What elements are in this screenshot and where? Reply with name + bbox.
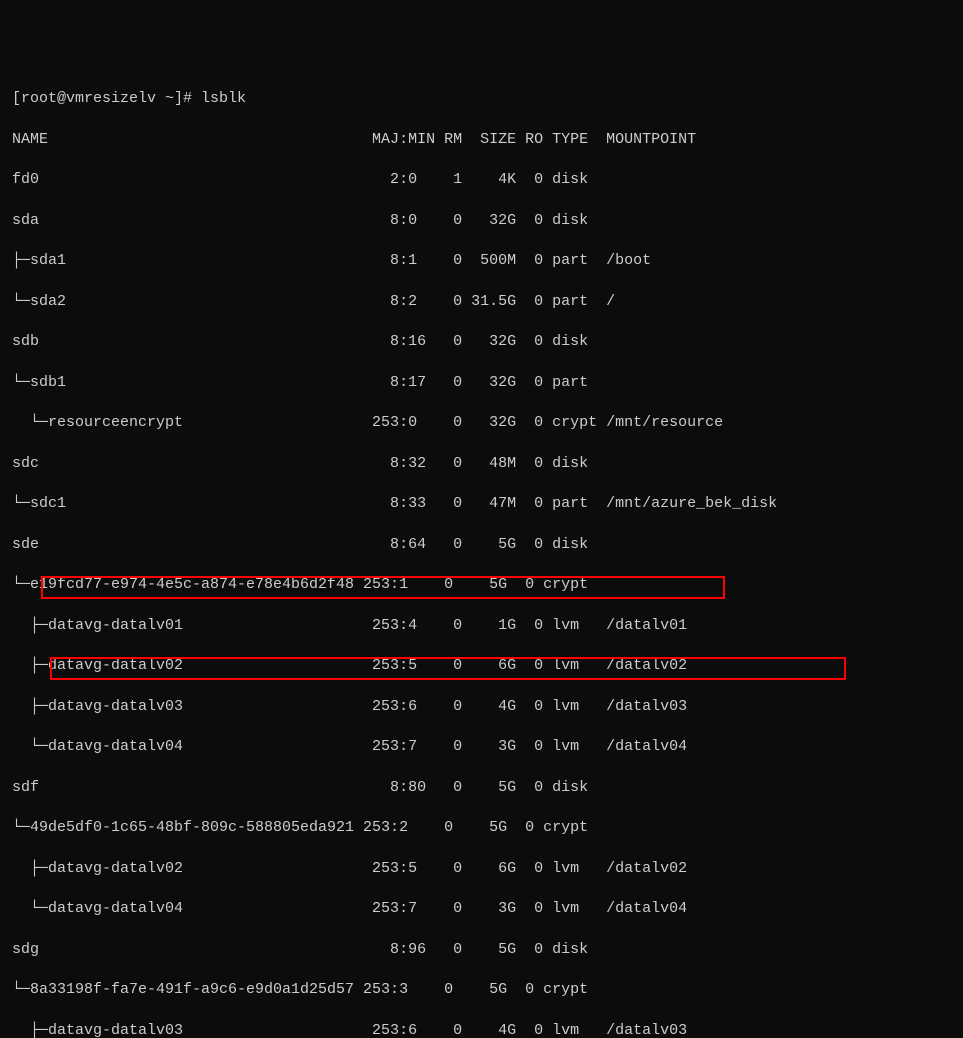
lsblk-row: ├─sda1 8:1 0 500M 0 part /boot [12, 251, 951, 271]
shell-prompt: [root@vmresizelv ~]# lsblk [12, 89, 951, 109]
lsblk-row: fd0 2:0 1 4K 0 disk [12, 170, 951, 190]
lsblk-row: ├─datavg-datalv02 253:5 0 6G 0 lvm /data… [12, 859, 951, 879]
lsblk-row: ├─datavg-datalv03 253:6 0 4G 0 lvm /data… [12, 1021, 951, 1038]
lsblk-row: sdg 8:96 0 5G 0 disk [12, 940, 951, 960]
lsblk-row: └─8a33198f-fa7e-491f-a9c6-e9d0a1d25d57 2… [12, 980, 951, 1000]
lsblk-row: └─sdb1 8:17 0 32G 0 part [12, 373, 951, 393]
lsblk-row: ├─datavg-datalv03 253:6 0 4G 0 lvm /data… [12, 697, 951, 717]
lsblk-row: └─sdc1 8:33 0 47M 0 part /mnt/azure_bek_… [12, 494, 951, 514]
lsblk-row: sdc 8:32 0 48M 0 disk [12, 454, 951, 474]
lsblk-row-highlighted-crypt: └─e19fcd77-e974-4e5c-a874-e78e4b6d2f48 2… [12, 575, 951, 595]
lsblk-row: └─sda2 8:2 0 31.5G 0 part / [12, 292, 951, 312]
lsblk-row: └─resourceencrypt 253:0 0 32G 0 crypt /m… [12, 413, 951, 433]
lsblk-row: └─datavg-datalv04 253:7 0 3G 0 lvm /data… [12, 737, 951, 757]
prompt-text: [root@vmresizelv ~]# lsblk [12, 90, 246, 107]
lsblk-row: sdb 8:16 0 32G 0 disk [12, 332, 951, 352]
lsblk-row: ├─datavg-datalv01 253:4 0 1G 0 lvm /data… [12, 616, 951, 636]
lsblk-row: sde 8:64 0 5G 0 disk [12, 535, 951, 555]
lsblk-row: sdf 8:80 0 5G 0 disk [12, 778, 951, 798]
lsblk-header: NAME MAJ:MIN RM SIZE RO TYPE MOUNTPOINT [12, 130, 951, 150]
lsblk-row-highlighted-lvm: ├─datavg-datalv02 253:5 0 6G 0 lvm /data… [12, 656, 951, 676]
lsblk-row: └─datavg-datalv04 253:7 0 3G 0 lvm /data… [12, 899, 951, 919]
lsblk-row: sda 8:0 0 32G 0 disk [12, 211, 951, 231]
header-text: NAME MAJ:MIN RM SIZE RO TYPE MOUNTPOINT [12, 131, 696, 148]
lsblk-row: └─49de5df0-1c65-48bf-809c-588805eda921 2… [12, 818, 951, 838]
